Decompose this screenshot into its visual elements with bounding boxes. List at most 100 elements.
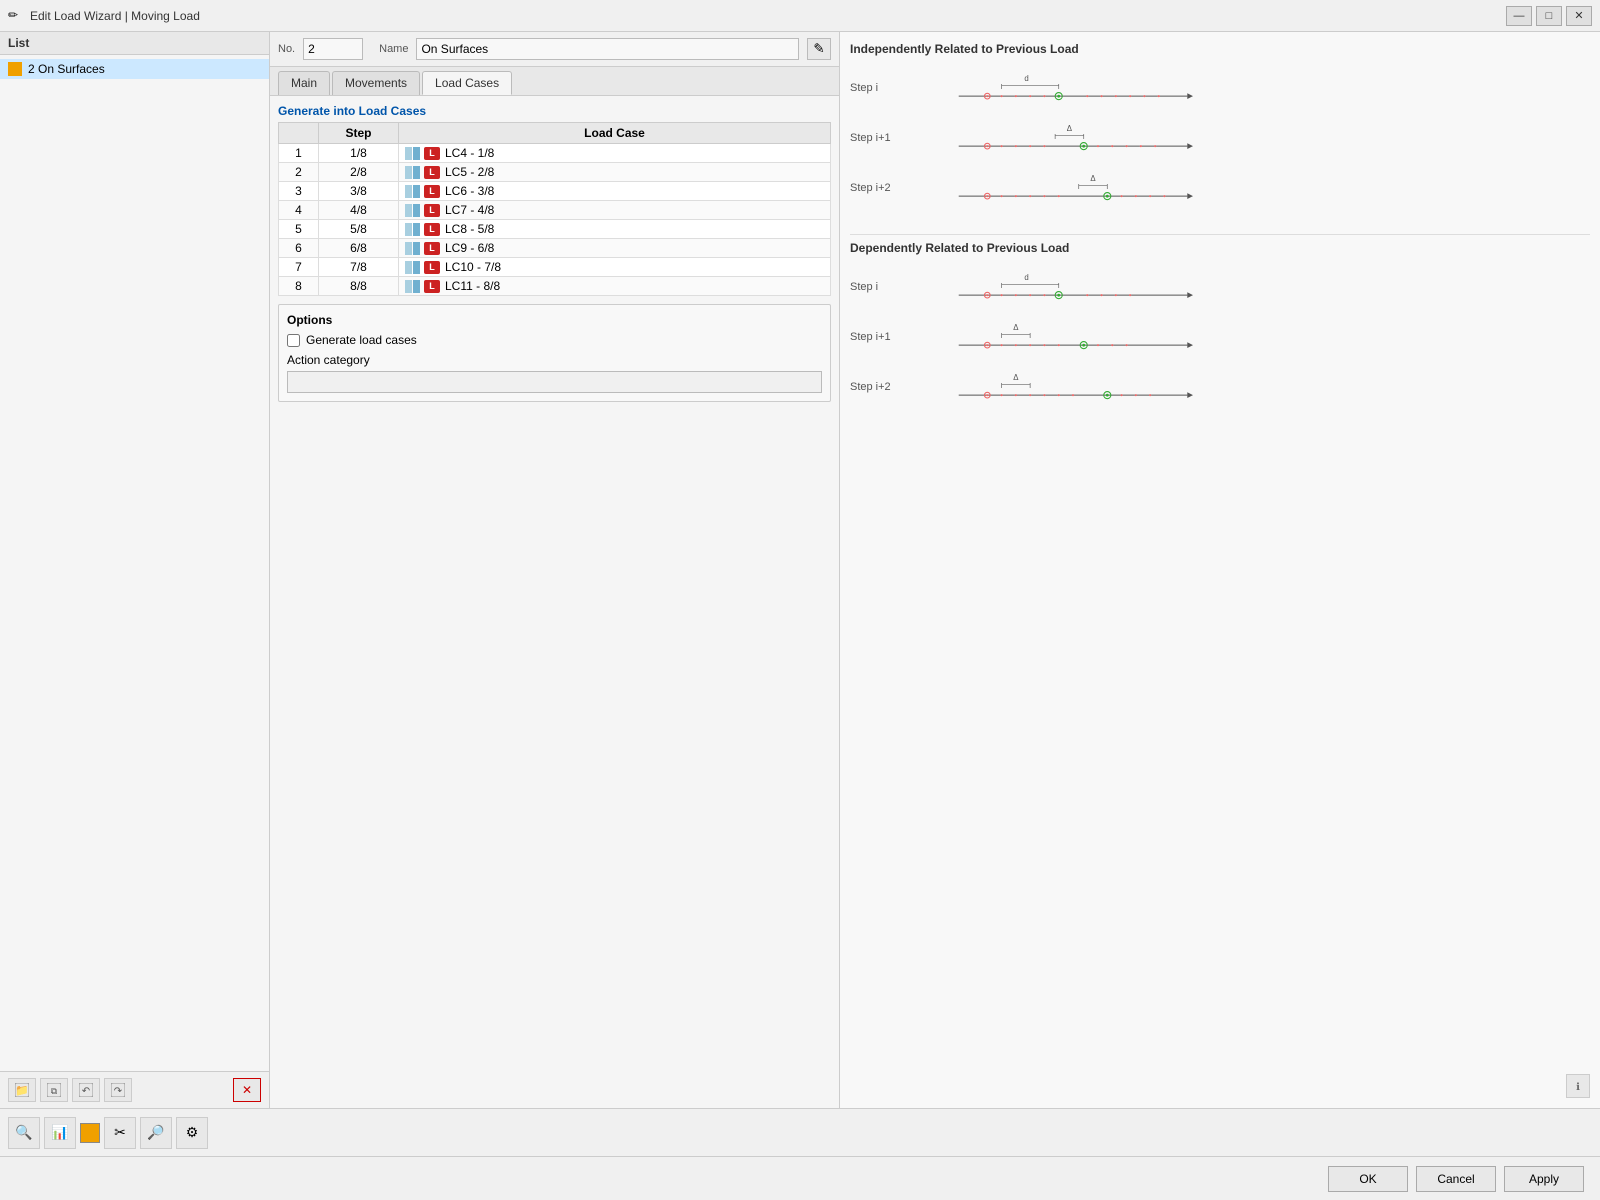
maximize-button[interactable]: □	[1536, 6, 1562, 26]
title-bar-icon: ✏	[8, 8, 24, 24]
dependent-title: Dependently Related to Previous Load	[850, 241, 1590, 255]
load-case-value: L LC11 - 8/8	[399, 277, 831, 296]
undo-button[interactable]: ↶	[72, 1078, 100, 1102]
dep-step-i2-label: Step i+2	[850, 363, 905, 393]
svg-text:✕: ✕	[242, 1083, 252, 1097]
delete-button[interactable]: ✕	[233, 1078, 261, 1102]
list-bottom: 📁 ⧉ ↶ ↷ ✕	[0, 1071, 269, 1108]
no-input[interactable]	[303, 38, 363, 60]
add-button[interactable]: 📁	[8, 1078, 36, 1102]
svg-text:Δ: Δ	[1013, 373, 1018, 382]
dep-step-i-svg: d	[913, 263, 1233, 313]
step-value: 5/8	[319, 220, 399, 239]
load-case-value: L LC10 - 7/8	[399, 258, 831, 277]
close-button[interactable]: ✕	[1566, 6, 1592, 26]
dependent-step-i: Step i d	[850, 263, 1590, 313]
load-case-value: L LC7 - 4/8	[399, 201, 831, 220]
svg-text:↷: ↷	[114, 1086, 123, 1097]
edit-name-button[interactable]: ✎	[807, 38, 831, 60]
dep-step-i1-svg: Δ	[913, 313, 1233, 363]
dependent-step-i1: Step i+1 Δ	[850, 313, 1590, 363]
col-load-case-header: Load Case	[399, 123, 831, 144]
generate-checkbox[interactable]	[287, 334, 300, 347]
bottom-toolbar: 🔍 📊 ✂ 🔎 ⚙	[0, 1108, 1600, 1156]
options-section: Options Generate load cases Action categ…	[278, 304, 831, 402]
generate-checkbox-row: Generate load cases	[287, 333, 822, 347]
tab-movements[interactable]: Movements	[332, 71, 420, 95]
row-number: 1	[279, 144, 319, 163]
row-number: 7	[279, 258, 319, 277]
content-area: List 2 On Surfaces 📁 ⧉ ↶ ↷	[0, 32, 1600, 1108]
left-panel: List 2 On Surfaces 📁 ⧉ ↶ ↷	[0, 32, 270, 1108]
title-bar: ✏ Edit Load Wizard | Moving Load — □ ✕	[0, 0, 1600, 32]
tab-main[interactable]: Main	[278, 71, 330, 95]
step-value: 8/8	[319, 277, 399, 296]
col-step-header: Step	[319, 123, 399, 144]
ok-button[interactable]: OK	[1328, 1166, 1408, 1192]
dependent-step-i2: Step i+2 Δ	[850, 363, 1590, 413]
title-bar-title: Edit Load Wizard | Moving Load	[30, 9, 1506, 23]
independent-step-i1: Step i+1 Δ	[850, 114, 1590, 164]
load-cases-table: Step Load Case 11/8 L LC4 - 1/8 22/8	[278, 122, 831, 296]
independent-step-i: Step i d	[850, 64, 1590, 114]
search-button[interactable]: 🔍	[8, 1117, 40, 1149]
dep-step-i1-label: Step i+1	[850, 313, 905, 343]
table-row: 77/8 L LC10 - 7/8	[279, 258, 831, 277]
load-case-value: L LC8 - 5/8	[399, 220, 831, 239]
main-container: List 2 On Surfaces 📁 ⧉ ↶ ↷	[0, 32, 1600, 1200]
col-row-num	[279, 123, 319, 144]
row-number: 8	[279, 277, 319, 296]
svg-text:d: d	[1024, 74, 1028, 83]
middle-panel: No. Name ✎ Main Movements Load Cases Gen…	[270, 32, 840, 1108]
step-value: 7/8	[319, 258, 399, 277]
independent-step-i2: Step i+2 Δ	[850, 164, 1590, 214]
dep-step-i2-svg: Δ	[913, 363, 1233, 413]
independent-section: Independently Related to Previous Load S…	[850, 42, 1590, 214]
help-icon[interactable]: ℹ	[1566, 1074, 1590, 1098]
title-bar-controls: — □ ✕	[1506, 6, 1592, 26]
step-i2-label: Step i+2	[850, 164, 905, 194]
list-header: List	[0, 32, 269, 55]
svg-text:d: d	[1024, 273, 1028, 282]
tabs-bar: Main Movements Load Cases	[270, 67, 839, 96]
load-case-value: L LC4 - 1/8	[399, 144, 831, 163]
name-input[interactable]	[416, 38, 799, 60]
load-case-value: L LC6 - 3/8	[399, 182, 831, 201]
generate-checkbox-label: Generate load cases	[306, 333, 417, 347]
table-button[interactable]: 📊	[44, 1117, 76, 1149]
no-name-row: No. Name ✎	[270, 32, 839, 67]
step-value: 3/8	[319, 182, 399, 201]
generate-section: Generate into Load Cases Step Load Case …	[278, 104, 831, 296]
svg-text:⧉: ⧉	[51, 1086, 58, 1096]
info-button[interactable]: 🔎	[140, 1117, 172, 1149]
right-panel: Independently Related to Previous Load S…	[840, 32, 1600, 1108]
step-value: 4/8	[319, 201, 399, 220]
svg-text:ℹ: ℹ	[1576, 1082, 1580, 1093]
list-item[interactable]: 2 On Surfaces	[0, 59, 269, 79]
scissors-button[interactable]: ✂	[104, 1117, 136, 1149]
apply-button[interactable]: Apply	[1504, 1166, 1584, 1192]
dialog-buttons: OK Cancel Apply	[0, 1156, 1600, 1200]
step-i-label: Step i	[850, 64, 905, 94]
name-label: Name	[379, 43, 408, 55]
svg-text:Δ: Δ	[1013, 323, 1018, 332]
action-category-input[interactable]	[287, 371, 822, 393]
no-label: No.	[278, 43, 295, 55]
settings-button[interactable]: ⚙	[176, 1117, 208, 1149]
svg-text:📁: 📁	[15, 1085, 29, 1097]
redo-button[interactable]: ↷	[104, 1078, 132, 1102]
step-value: 6/8	[319, 239, 399, 258]
tab-load-cases[interactable]: Load Cases	[422, 71, 512, 95]
list-item-icon	[8, 62, 22, 76]
svg-text:Δ: Δ	[1067, 124, 1072, 133]
cancel-button[interactable]: Cancel	[1416, 1166, 1496, 1192]
minimize-button[interactable]: —	[1506, 6, 1532, 26]
dep-step-i-label: Step i	[850, 263, 905, 293]
step-value: 2/8	[319, 163, 399, 182]
yellow-square-button[interactable]	[80, 1123, 100, 1143]
row-number: 4	[279, 201, 319, 220]
row-number: 2	[279, 163, 319, 182]
table-row: 88/8 L LC11 - 8/8	[279, 277, 831, 296]
copy-button[interactable]: ⧉	[40, 1078, 68, 1102]
generate-section-title: Generate into Load Cases	[278, 104, 831, 118]
